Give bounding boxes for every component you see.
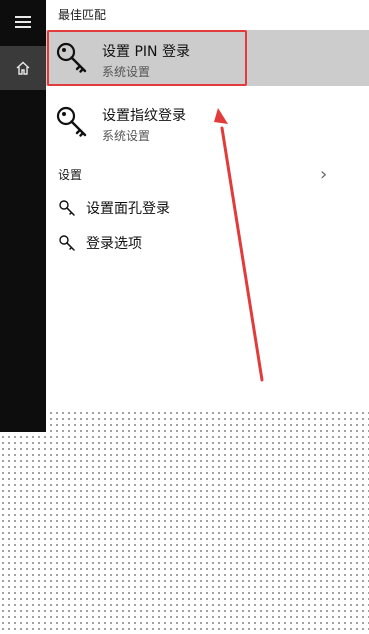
annotation-arrow: [214, 108, 264, 382]
search-screen: 最佳匹配 设置 PIN 登录 系统设置 设置指纹登录 系统设置 设置 设置面孔登…: [0, 0, 369, 634]
